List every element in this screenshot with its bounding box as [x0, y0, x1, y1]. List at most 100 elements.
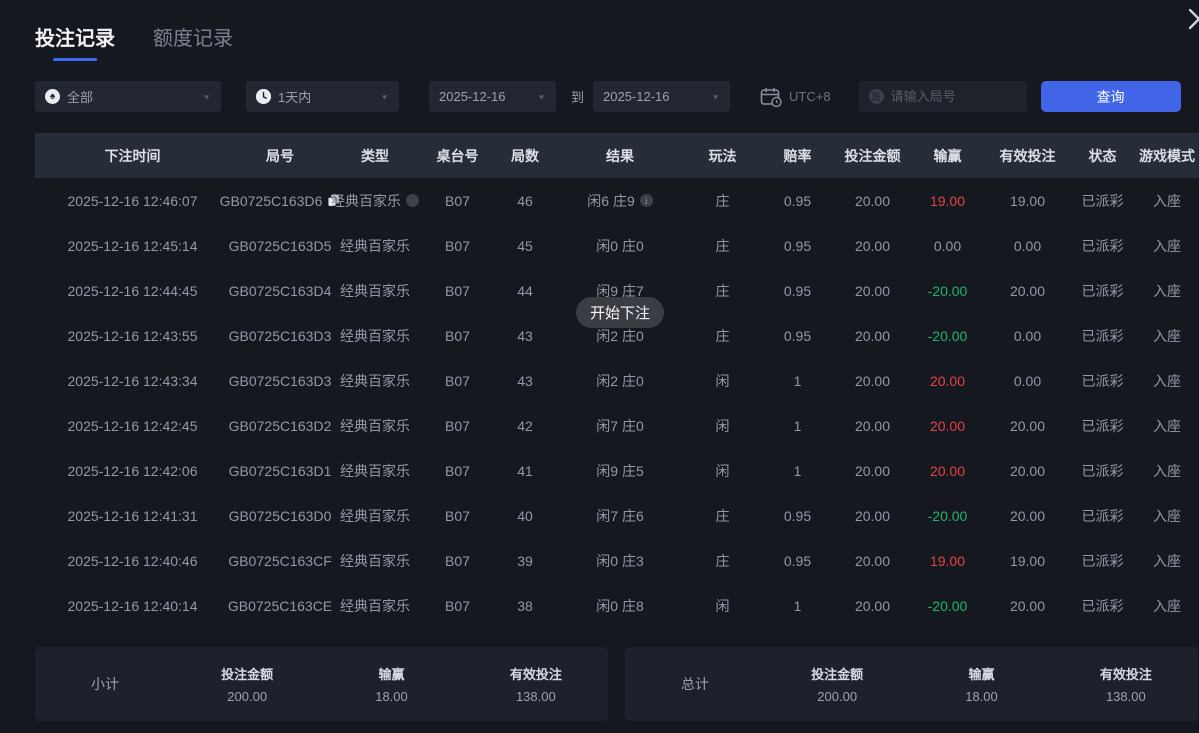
- cell-game-mode: 入座: [1153, 372, 1181, 389]
- cell-round-count: 46: [517, 192, 533, 209]
- cell-result: 闲7 庄0: [596, 417, 644, 434]
- cell-round-id: GB0725C163D3: [228, 327, 332, 344]
- result-info-icon[interactable]: i: [639, 194, 653, 207]
- timezone-indicator: UTC+8: [760, 87, 831, 107]
- summary-bar: 小计 投注金额 200.00 输赢 18.00 有效投注 138.00 总计 投…: [35, 647, 1199, 721]
- cell-play-type: 庄: [715, 552, 730, 569]
- cell-valid-bet: 0.00: [1013, 327, 1042, 344]
- cell-result: 闲6 庄9 i: [555, 191, 685, 211]
- cell-game-mode: 入座: [1153, 552, 1181, 569]
- cell-bet-time: 2025-12-16 12:40:14: [67, 597, 198, 614]
- cell-result: 闲0 庄0: [596, 237, 644, 254]
- filter-bar: ♠ 全部 ▼ 1天内 ▼ 2025-12-16 ▼ 到 2025-12-16 ▼…: [35, 81, 1199, 112]
- table-row: 2025-12-16 12:46:07 GB0725C163D6 经典百家乐 B07 4…: [35, 178, 1199, 223]
- cell-game-type: 经典百家乐: [340, 597, 410, 614]
- table-row: 2025-12-16 12:45:14 GB0725C163D5 经典百家乐 B07 4…: [35, 223, 1199, 268]
- total-amount-value: 200.00: [817, 689, 858, 704]
- cell-win-loss: -20.00: [927, 597, 968, 614]
- spade-icon: ♠: [45, 89, 60, 104]
- cell-play-type: 闲: [715, 462, 730, 479]
- cell-play-type: 闲: [715, 417, 730, 434]
- cell-win-loss: -20.00: [927, 507, 968, 524]
- column-header: 赔率: [783, 147, 812, 164]
- cell-status: 已派彩: [1081, 597, 1124, 614]
- column-header: 局号: [266, 147, 294, 164]
- cell-round-id: GB0725C163CF: [228, 552, 332, 569]
- date-from-value: 2025-12-16: [439, 89, 506, 104]
- cell-valid-bet: 20.00: [1009, 417, 1046, 434]
- cell-table-no: B07: [445, 372, 470, 389]
- cell-play-type: 庄: [715, 192, 730, 209]
- date-from-select[interactable]: 2025-12-16 ▼: [429, 81, 556, 112]
- cell-game-mode: 入座: [1153, 597, 1181, 614]
- game-type-value: 全部: [67, 90, 94, 105]
- cell-round-count: 44: [517, 282, 533, 299]
- video-icon[interactable]: [406, 194, 419, 207]
- subtotal-valid-value: 138.00: [515, 689, 556, 704]
- close-icon[interactable]: [1186, 6, 1199, 32]
- cell-bet-amount: 20.00: [854, 192, 891, 209]
- cell-game-type: 经典百家乐: [340, 507, 410, 524]
- cell-status: 已派彩: [1081, 417, 1124, 434]
- date-to-select[interactable]: 2025-12-16 ▼: [593, 81, 731, 112]
- cell-game-type: 经典百家乐: [340, 282, 410, 299]
- tab-bet-records[interactable]: 投注记录: [35, 22, 115, 61]
- cell-bet-time: 2025-12-16 12:40:46: [67, 552, 198, 569]
- cell-odds: 1: [793, 372, 802, 389]
- column-header: 类型: [361, 147, 389, 164]
- cell-table-no: B07: [445, 507, 470, 524]
- cell-win-loss: 20.00: [929, 462, 966, 479]
- cell-table-no: B07: [445, 417, 470, 434]
- cell-valid-bet: 20.00: [1009, 462, 1046, 479]
- cell-table-no: B07: [445, 192, 470, 209]
- cell-status: 已派彩: [1081, 237, 1124, 254]
- cell-win-loss: 20.00: [929, 372, 966, 389]
- cell-game-mode: 入座: [1153, 192, 1181, 209]
- cell-result: 闲7 庄6: [596, 507, 644, 524]
- cell-valid-bet: 20.00: [1009, 282, 1046, 299]
- game-type-select[interactable]: ♠ 全部 ▼: [35, 81, 221, 112]
- cell-game-mode: 入座: [1153, 282, 1181, 299]
- cell-bet-amount: 20.00: [854, 462, 891, 479]
- start-betting-toast: 开始下注: [576, 297, 665, 328]
- table-row: 2025-12-16 12:42:06 GB0725C163D1 经典百家乐 B07 4…: [35, 448, 1199, 493]
- table-row: 2025-12-16 12:41:31 GB0725C163D0 经典百家乐 B07 4…: [35, 493, 1199, 538]
- cell-win-loss: 0.00: [933, 237, 962, 254]
- cell-odds: 0.95: [783, 237, 812, 254]
- column-header: 结果: [606, 147, 634, 164]
- cell-game-mode: 入座: [1153, 237, 1181, 254]
- cell-result: 闲0 庄8: [596, 597, 644, 614]
- round-search-input[interactable]: [890, 89, 1011, 104]
- subtotal-amount-label: 投注金额: [221, 667, 274, 682]
- cell-play-type: 庄: [715, 237, 730, 254]
- cell-win-loss: 19.00: [929, 192, 966, 209]
- round-search-box: 局: [858, 81, 1027, 112]
- cell-bet-amount: 20.00: [854, 597, 891, 614]
- cell-odds: 0.95: [783, 552, 812, 569]
- subtotal-amount-value: 200.00: [227, 689, 268, 704]
- query-button[interactable]: 查询: [1040, 81, 1181, 112]
- cell-status: 已派彩: [1081, 372, 1124, 389]
- total-winloss-value: 18.00: [965, 689, 998, 704]
- total-winloss-label: 输赢: [968, 667, 995, 682]
- tab-quota-records[interactable]: 额度记录: [153, 22, 233, 61]
- cell-table-no: B07: [445, 462, 470, 479]
- table-header-row: 下注时间 局号 类型 桌台号 局数 结果 玩法 赔率 投注金额 输赢 有效投注 状态 游戏模式: [35, 133, 1199, 178]
- cell-round-id: GB0725C163D5: [228, 237, 332, 254]
- cell-round-id: GB0725C163CE: [227, 597, 333, 614]
- table-row: 2025-12-16 12:43:34 GB0725C163D3 经典百家乐 B07 4…: [35, 358, 1199, 403]
- table-row: 2025-12-16 12:40:46 GB0725C163CF 经典百家乐 B07 3…: [35, 538, 1199, 583]
- time-range-select[interactable]: 1天内 ▼: [246, 81, 399, 112]
- cell-odds: 0.95: [783, 282, 812, 299]
- cell-play-type: 庄: [715, 282, 730, 299]
- cell-status: 已派彩: [1081, 462, 1124, 479]
- cell-round-id: GB0725C163D3: [228, 372, 332, 389]
- cell-bet-amount: 20.00: [854, 417, 891, 434]
- cell-bet-amount: 20.00: [854, 552, 891, 569]
- cell-round-id: GB0725C163D2: [228, 417, 332, 434]
- cell-bet-time: 2025-12-16 12:42:45: [67, 417, 198, 434]
- cell-odds: 1: [793, 597, 802, 614]
- cell-game-mode: 入座: [1153, 507, 1181, 524]
- cell-status: 已派彩: [1081, 552, 1124, 569]
- subtotal-valid-label: 有效投注: [509, 667, 562, 682]
